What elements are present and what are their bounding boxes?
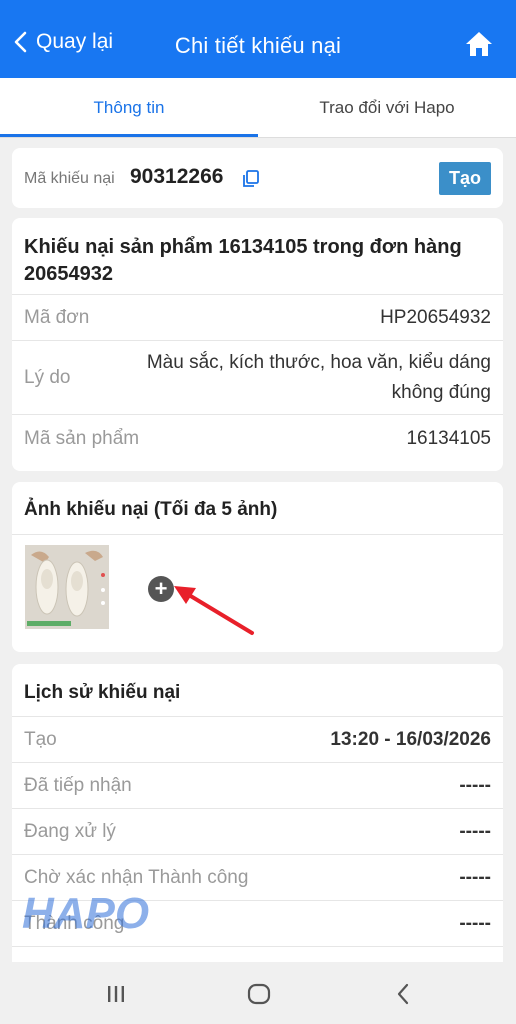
order-label: Mã đơn bbox=[24, 306, 90, 328]
history-row: Tạo 13:20 - 16/03/2026 bbox=[12, 716, 503, 762]
history-label: Chờ xác nhận Thành công bbox=[24, 866, 249, 888]
complaint-code-label: Mã khiếu nại bbox=[24, 170, 115, 187]
home-icon[interactable] bbox=[464, 30, 494, 58]
reason-label: Lý do bbox=[24, 366, 71, 388]
reason-value: Màu sắc, kích thước, hoa văn, kiểu dáng … bbox=[147, 348, 491, 408]
app-header: Quay lại Chi tiết khiếu nại bbox=[0, 0, 516, 78]
product-value: 16134105 bbox=[406, 427, 491, 449]
complaint-code-card: Mã khiếu nại 90312266 Tạo bbox=[12, 148, 503, 208]
history-row: Đã tiếp nhận ----- bbox=[12, 762, 503, 808]
history-label: Tạo bbox=[24, 728, 57, 750]
history-value: ----- bbox=[459, 912, 491, 934]
order-row: Mã đơn HP20654932 bbox=[12, 294, 503, 340]
shoes-photo bbox=[25, 545, 109, 629]
system-nav-bar bbox=[0, 962, 516, 1024]
reason-row: Lý do Màu sắc, kích thước, hoa văn, kiểu… bbox=[12, 340, 503, 414]
back-nav-icon[interactable] bbox=[390, 980, 418, 1008]
history-value: ----- bbox=[459, 774, 491, 796]
images-title: Ảnh khiếu nại (Tối đa 5 ảnh) bbox=[24, 499, 278, 520]
order-value: HP20654932 bbox=[380, 306, 491, 328]
complaint-image-thumbnail[interactable] bbox=[25, 545, 109, 629]
reason-line-1: Màu sắc, kích thước, hoa văn, kiểu dáng bbox=[146, 351, 491, 373]
active-tab-indicator bbox=[0, 134, 258, 137]
history-label: Đã tiếp nhận bbox=[24, 774, 132, 796]
history-value: ----- bbox=[459, 866, 491, 888]
copy-icon[interactable] bbox=[242, 170, 260, 188]
red-arrow-annotation bbox=[174, 586, 254, 635]
tab-bar: Thông tin Trao đổi với Hapo bbox=[0, 78, 516, 138]
watermark-text: HAPO bbox=[22, 889, 149, 936]
history-row: Đang xử lý ----- bbox=[12, 808, 503, 854]
product-row: Mã sản phẩm 16134105 bbox=[12, 414, 503, 462]
page-title: Chi tiết khiếu nại bbox=[174, 33, 342, 58]
tab-chat-hapo[interactable]: Trao đổi với Hapo bbox=[258, 78, 516, 138]
complaint-info-card: Khiếu nại sản phẩm 16134105 trong đơn hà… bbox=[12, 218, 503, 471]
home-nav-icon[interactable] bbox=[245, 980, 273, 1008]
hapo-watermark-logo: HAPO bbox=[22, 889, 149, 936]
divider bbox=[12, 534, 503, 535]
history-value: 13:20 - 16/03/2026 bbox=[330, 728, 491, 750]
recent-apps-icon[interactable] bbox=[102, 980, 130, 1008]
complaint-code: 90312266 bbox=[130, 165, 224, 188]
reason-line-2: không đúng bbox=[391, 381, 491, 403]
history-title: Lịch sử khiếu nại bbox=[24, 682, 181, 703]
create-button[interactable]: Tạo bbox=[439, 162, 491, 195]
history-label: Đang xử lý bbox=[24, 820, 116, 842]
tab-info[interactable]: Thông tin bbox=[0, 78, 258, 138]
complaint-title: Khiếu nại sản phẩm 16134105 trong đơn hà… bbox=[24, 236, 462, 285]
product-label: Mã sản phẩm bbox=[24, 427, 140, 449]
history-value: ----- bbox=[459, 820, 491, 842]
